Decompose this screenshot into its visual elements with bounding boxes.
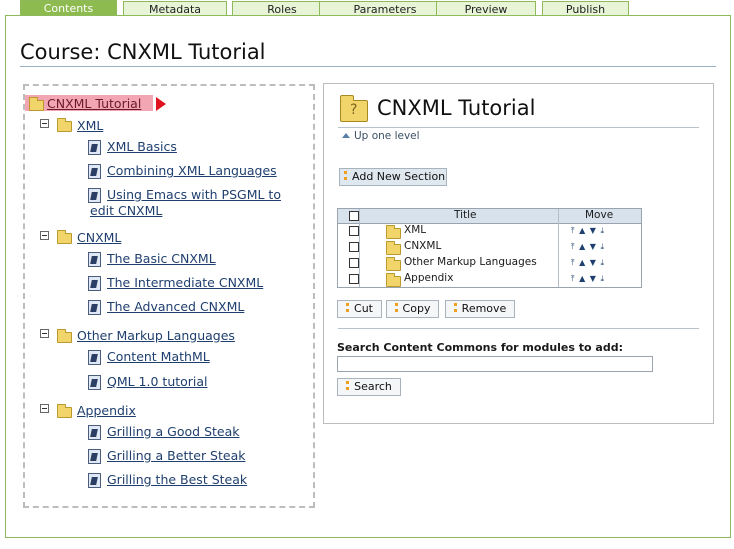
column-divider [558,209,559,287]
folder-icon [386,273,401,287]
module-icon [88,140,101,155]
title-divider [20,66,716,67]
select-all-checkbox[interactable] [349,211,359,221]
tree-group-xml[interactable]: XML [77,118,103,133]
folder-icon [57,118,72,132]
folder-icon [386,257,401,271]
up-one-level-link[interactable]: Up one level [342,130,420,142]
folder-icon [57,404,72,418]
panel-title: CNXML Tutorial [377,96,536,120]
cut-button[interactable]: Cut [337,300,382,318]
tree-item-qml[interactable]: QML 1.0 tutorial [107,374,208,389]
tree-item-xml-basics[interactable]: XML Basics [107,139,177,154]
collapse-icon[interactable] [40,404,49,413]
tab-roles[interactable]: Roles [232,1,332,16]
module-icon [88,375,101,390]
tab-parameters[interactable]: Parameters [319,1,451,16]
add-new-section-label: Add New Section [352,170,446,183]
add-new-section-button[interactable]: Add New Section [339,168,447,186]
collapse-icon[interactable] [40,231,49,240]
folder-icon [57,329,72,343]
bullet-icon [346,381,351,391]
tree-item-best-steak[interactable]: Grilling the Best Steak [107,472,247,487]
folder-icon [340,95,368,122]
collapse-icon[interactable] [40,119,49,128]
row-checkbox[interactable] [349,274,359,284]
module-icon [88,350,101,365]
bullet-icon [346,303,351,313]
panel-divider [338,127,699,128]
title-column-header: Title [454,209,477,221]
remove-button[interactable]: Remove [445,300,515,318]
row-checkbox[interactable] [349,258,359,268]
table-row-title[interactable]: XML [404,224,426,236]
copy-button[interactable]: Copy [386,300,439,318]
module-icon [88,252,101,267]
panel-divider [338,328,699,329]
tree-root-link[interactable]: CNXML Tutorial [47,96,141,111]
cut-label: Cut [354,302,373,315]
bullet-icon [344,171,348,181]
table-row-title[interactable]: Appendix [404,272,453,284]
search-button-label: Search [354,380,392,393]
move-controls[interactable]: ⤒ ▲ ▼ ⤓ [571,226,605,236]
folder-icon [386,241,401,255]
remove-label: Remove [461,302,507,315]
move-controls[interactable]: ⤒ ▲ ▼ ⤓ [571,258,605,268]
folder-icon [29,97,44,111]
move-column-header: Move [585,209,614,221]
folder-icon [386,225,401,239]
search-input[interactable] [337,356,653,372]
search-button[interactable]: Search [337,378,401,396]
module-icon [88,164,101,179]
tree-group-appendix[interactable]: Appendix [77,403,136,418]
tree-group-other-markup[interactable]: Other Markup Languages [77,328,235,343]
module-icon [88,276,101,291]
contents-table: Title Move XML ⤒ ▲ ▼ ⤓ CNXML ⤒ ▲ ▼ ⤓ Oth… [337,208,642,288]
module-icon [88,425,101,440]
row-checkbox[interactable] [349,226,359,236]
table-row-title[interactable]: Other Markup Languages [404,256,537,268]
up-arrow-icon [342,133,350,138]
tree-item-advanced-cnxml[interactable]: The Advanced CNXML [107,299,244,314]
module-icon [88,473,101,488]
tree-item-good-steak[interactable]: Grilling a Good Steak [107,424,240,439]
tab-metadata[interactable]: Metadata [123,1,227,16]
search-label: Search Content Commons for modules to ad… [337,341,623,354]
module-icon [88,188,101,203]
tree-item-better-steak[interactable]: Grilling a Better Steak [107,448,245,463]
module-icon [88,300,101,315]
tab-contents[interactable]: Contents [20,0,117,16]
collapse-icon[interactable] [40,329,49,338]
folder-icon [57,230,72,244]
tree-item-emacs-psgml-line2[interactable]: edit CNXML [90,203,162,218]
bullet-icon [453,303,458,313]
tree-item-intermediate-cnxml[interactable]: The Intermediate CNXML [107,275,263,290]
tab-publish[interactable]: Publish [542,1,629,16]
column-divider [359,209,360,287]
table-row-title[interactable]: CNXML [404,240,441,252]
page-title: Course: CNXML Tutorial [20,40,266,64]
current-location-arrow-icon [156,97,166,111]
tree-item-basic-cnxml[interactable]: The Basic CNXML [107,251,216,266]
tree-group-cnxml[interactable]: CNXML [77,230,121,245]
module-icon [88,449,101,464]
bullet-icon [394,303,399,313]
up-one-level-label: Up one level [354,130,420,142]
row-checkbox[interactable] [349,242,359,252]
copy-label: Copy [402,302,431,315]
tree-item-emacs-psgml[interactable]: Using Emacs with PSGML to [107,187,281,202]
tree-item-content-mathml[interactable]: Content MathML [107,349,210,364]
move-controls[interactable]: ⤒ ▲ ▼ ⤓ [571,274,605,284]
move-controls[interactable]: ⤒ ▲ ▼ ⤓ [571,242,605,252]
tree-item-combining-xml[interactable]: Combining XML Languages [107,163,277,178]
tab-preview[interactable]: Preview [436,1,536,16]
